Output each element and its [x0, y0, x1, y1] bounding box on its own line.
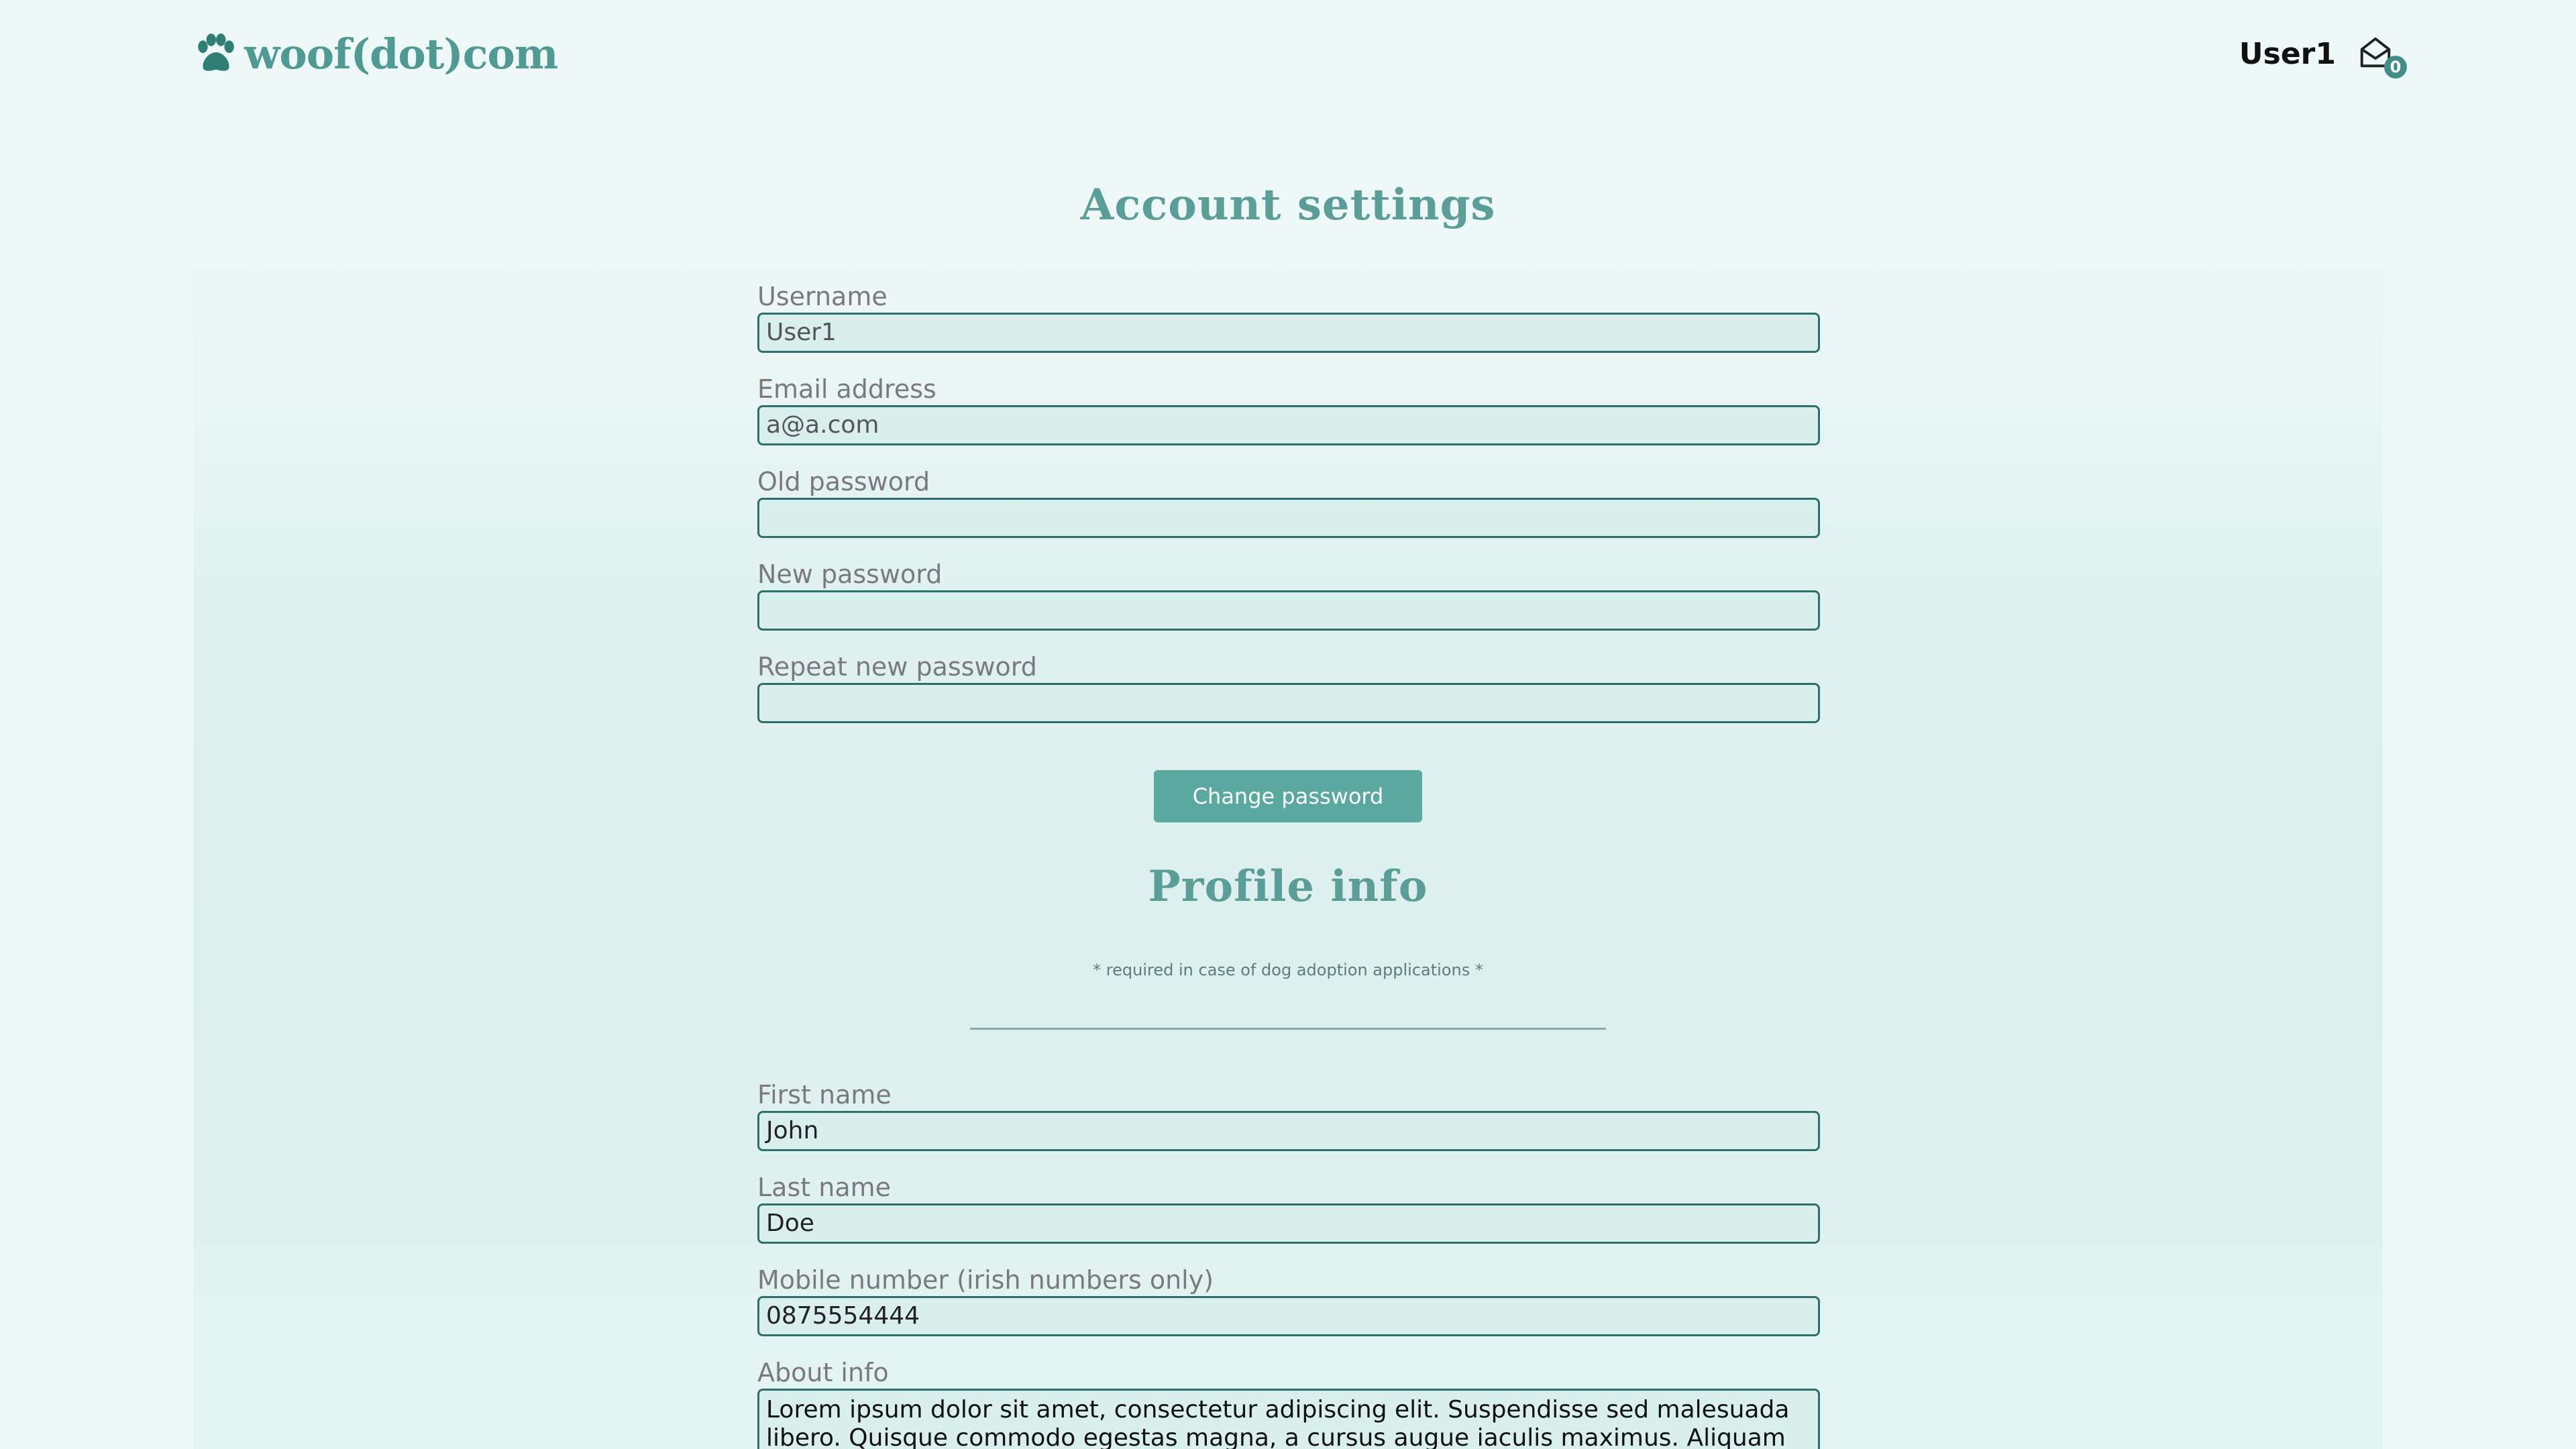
messages-button[interactable]: 0: [2357, 34, 2407, 78]
about-label: About info: [757, 1358, 889, 1387]
last-name-label: Last name: [757, 1173, 891, 1202]
repeat-password-field: Repeat new password: [757, 651, 1820, 723]
mail-count-badge: 0: [2384, 56, 2407, 78]
mobile-input[interactable]: 0875554444: [757, 1296, 1820, 1336]
email-field: Email address a@a.com: [757, 373, 1820, 445]
header: woof(dot)com User1 0: [0, 0, 2576, 107]
old-password-field: Old password: [757, 466, 1820, 538]
new-password-label: New password: [757, 559, 943, 589]
repeat-password-label: Repeat new password: [757, 652, 1037, 682]
last-name-input[interactable]: Doe: [757, 1203, 1820, 1244]
first-name-label: First name: [757, 1080, 892, 1110]
page: woof(dot)com User1 0 Account settings Us…: [0, 0, 2576, 1449]
logo[interactable]: woof(dot)com: [193, 27, 558, 80]
divider: [970, 1028, 1606, 1030]
user-area: User1 0: [2239, 27, 2407, 80]
first-name-input[interactable]: John: [757, 1111, 1820, 1151]
email-input[interactable]: a@a.com: [757, 405, 1820, 445]
old-password-input[interactable]: [757, 498, 1820, 538]
last-name-field: Last name Doe: [757, 1171, 1820, 1244]
new-password-input[interactable]: [757, 590, 1820, 631]
required-note: * required in case of dog adoption appli…: [1093, 961, 1483, 979]
mobile-field: Mobile number (irish numbers only) 08755…: [757, 1264, 1820, 1336]
repeat-password-input[interactable]: [757, 683, 1820, 723]
email-label: Email address: [757, 374, 936, 404]
username-link[interactable]: User1: [2239, 37, 2336, 71]
first-name-field: First name John: [757, 1079, 1820, 1151]
username-label: Username: [757, 282, 888, 311]
paw-icon: [198, 34, 234, 71]
mobile-label: Mobile number (irish numbers only): [757, 1265, 1214, 1295]
username-input[interactable]: User1: [757, 313, 1820, 353]
change-password-button[interactable]: Change password: [1154, 770, 1422, 822]
profile-info-title: Profile info: [1148, 861, 1428, 912]
account-settings-title: Account settings: [1080, 180, 1496, 230]
new-password-field: New password: [757, 558, 1820, 631]
about-textarea[interactable]: Lorem ipsum dolor sit amet, consectetur …: [757, 1389, 1820, 1449]
logo-text: woof(dot)com: [244, 29, 558, 78]
about-field: About info Lorem ipsum dolor sit amet, c…: [757, 1356, 1820, 1449]
old-password-label: Old password: [757, 467, 930, 496]
username-field: Username User1: [757, 280, 1820, 353]
